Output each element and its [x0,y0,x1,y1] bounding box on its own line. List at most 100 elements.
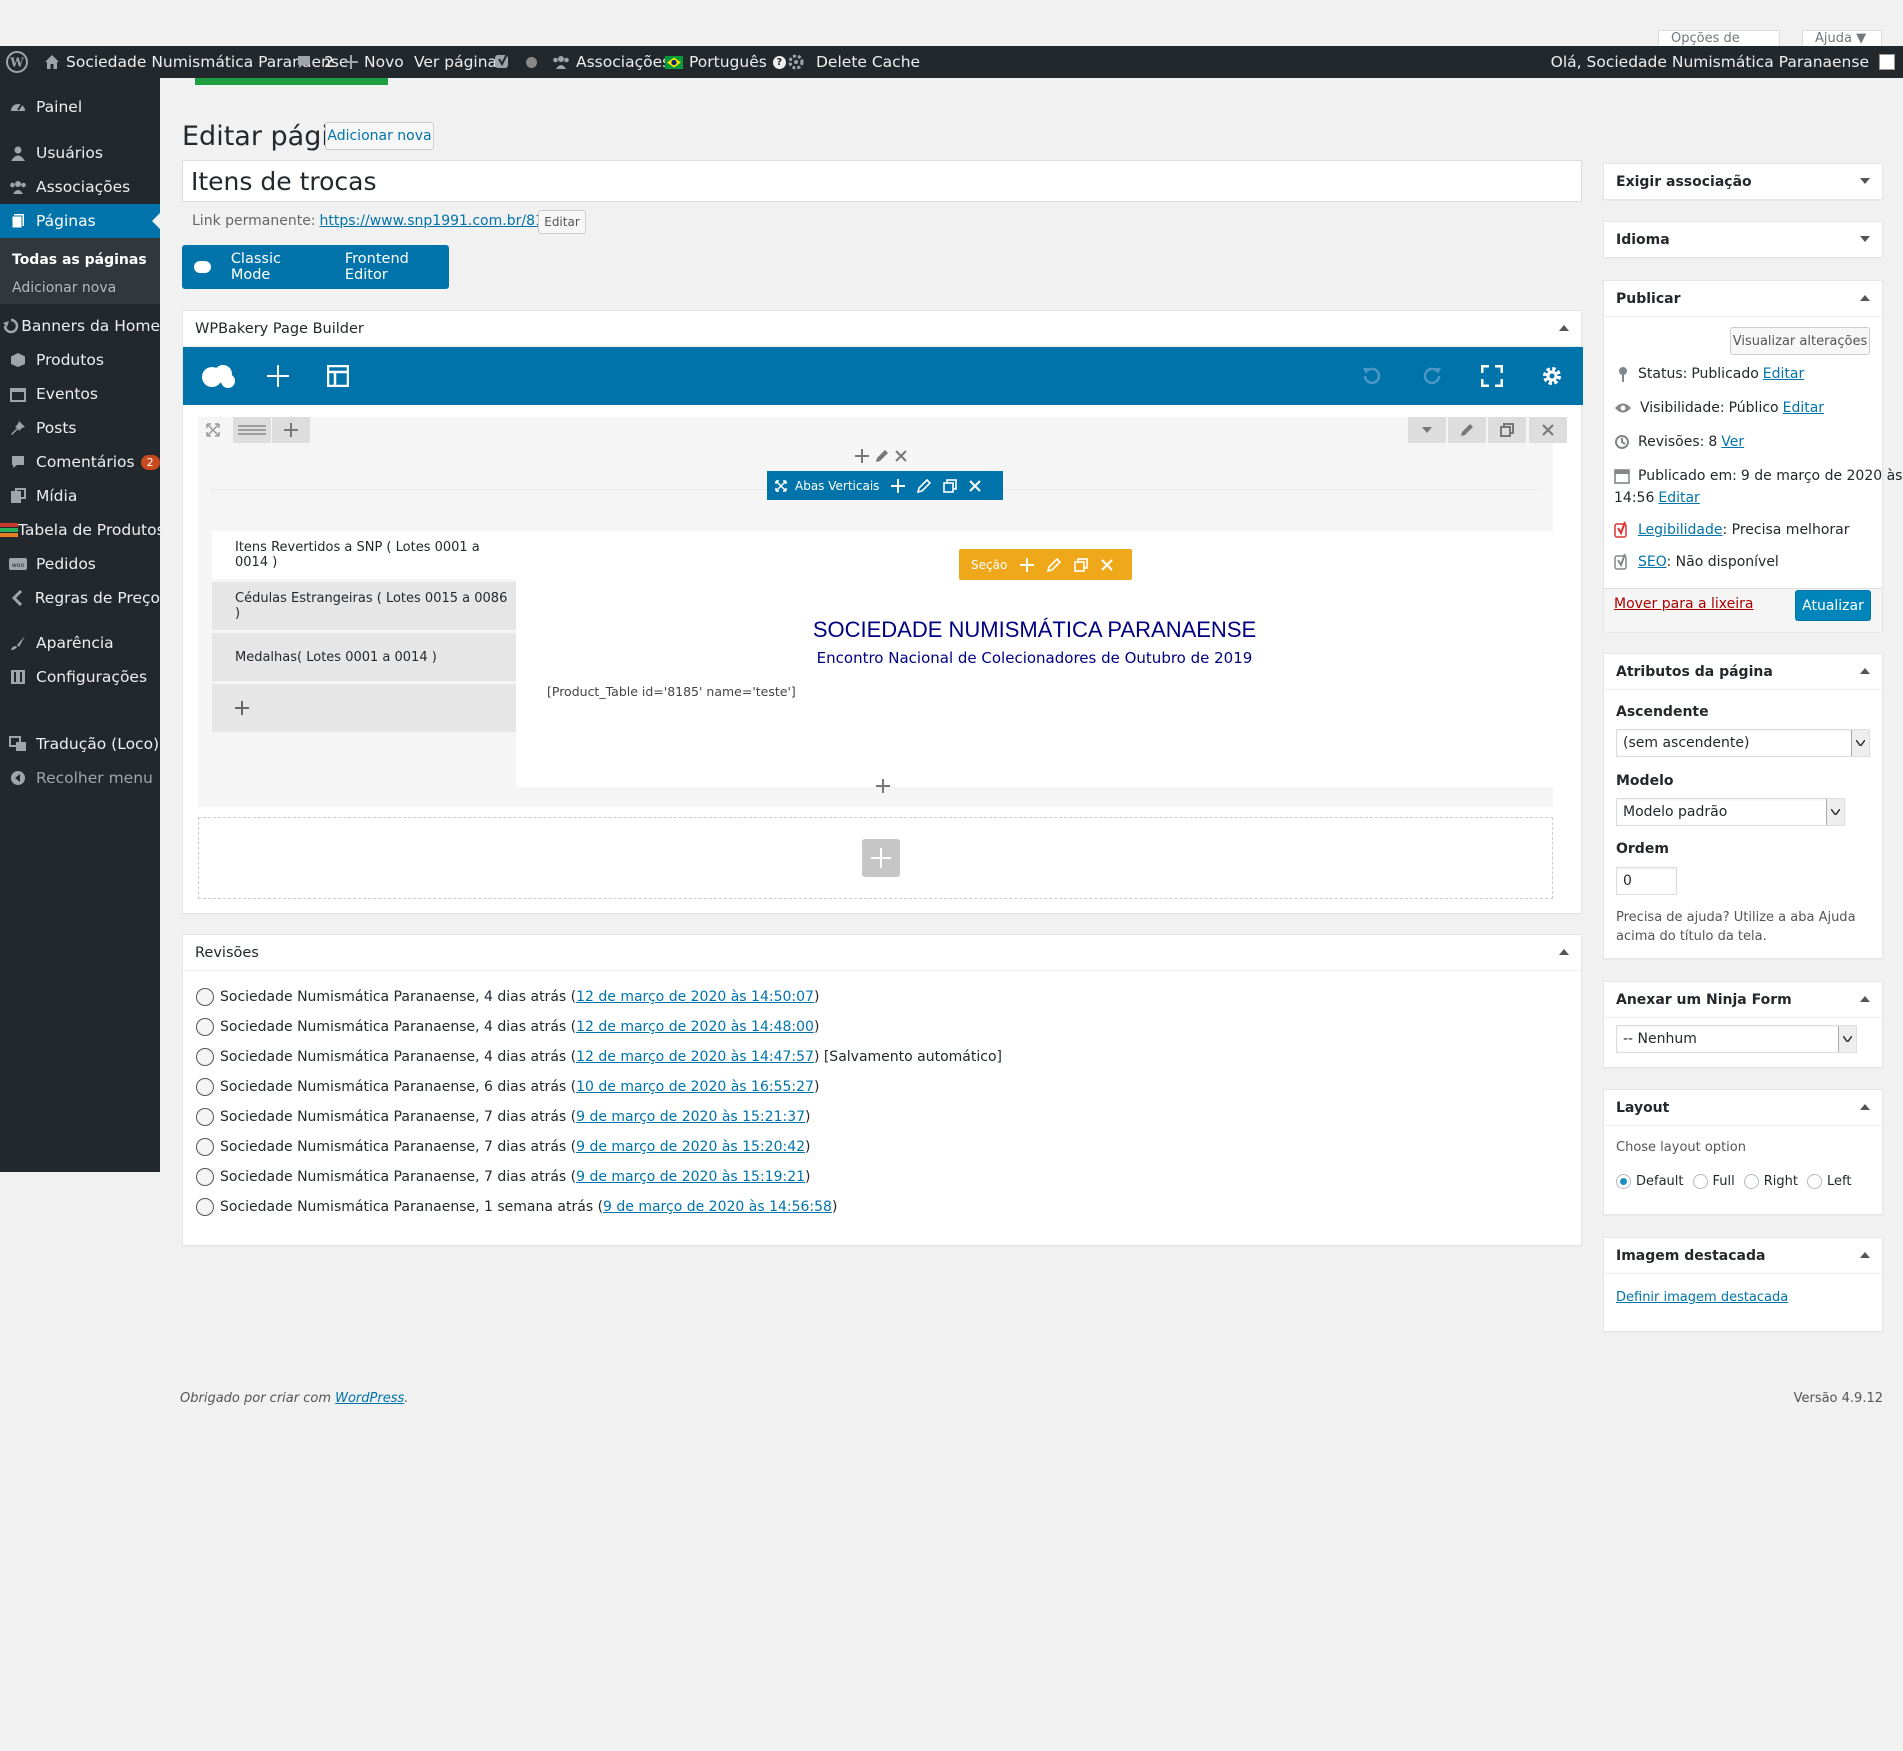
visibility-edit-link[interactable]: Editar [1783,400,1824,416]
add-new-page-button[interactable]: Adicionar nova [325,122,434,150]
frontend-editor-button[interactable]: Frontend Editor [345,251,449,283]
my-account-link[interactable]: Olá, Sociedade Numismática Paranaense [1551,46,1895,78]
view-page-link[interactable]: Ver página [414,46,497,78]
wpbakery-header[interactable]: WPBakery Page Builder [183,311,1581,347]
tabs-add-icon[interactable] [891,478,906,493]
menu-item-configuracoes[interactable]: Configurações [0,660,160,694]
menu-item-paginas[interactable]: Páginas [0,204,160,238]
toggle-arrow-icon[interactable] [1559,949,1569,955]
tabs-delete-icon[interactable] [969,479,982,492]
toggle-arrow-icon[interactable] [1860,178,1870,184]
row-toggle-icon[interactable] [1408,417,1446,443]
update-button[interactable]: Atualizar [1795,590,1871,621]
templates-icon[interactable] [318,347,358,405]
menu-item-produtos[interactable]: Produtos [0,343,160,377]
radio-left[interactable] [1806,1174,1822,1189]
menu-item-aparencia[interactable]: Aparência [0,626,160,660]
toggle-arrow-icon[interactable] [1559,325,1569,331]
settings-gear-icon[interactable] [1532,347,1572,405]
submenu-add-new[interactable]: Adicionar nova [12,280,116,296]
revision-date-link[interactable]: 9 de março de 2020 às 15:20:42 [576,1139,805,1155]
radio-full[interactable] [1692,1174,1708,1189]
menu-item-usuarios[interactable]: Usuários [0,136,160,170]
revision-date-link[interactable]: 9 de março de 2020 às 15:21:37 [576,1109,805,1125]
row-add-column-icon[interactable] [272,417,310,443]
featured-image-header[interactable]: Imagem destacada [1604,1238,1882,1274]
row-edit-icon[interactable] [1448,417,1486,443]
order-input[interactable]: 0 [1616,867,1677,895]
column-edit-icon[interactable] [875,449,889,463]
associations-link[interactable]: Associações [552,46,670,78]
help-tab[interactable]: Ajuda ▼ [1802,30,1882,46]
row-layout-icon[interactable] [233,417,271,443]
row-delete-icon[interactable] [1529,417,1567,443]
section-delete-icon[interactable] [1101,558,1114,571]
menu-item-traducao[interactable]: Tradução (Loco) [0,727,160,761]
menu-item-posts[interactable]: Posts [0,411,160,445]
radio-right[interactable] [1743,1174,1759,1189]
menu-item-tabela-produtos[interactable]: Tabela de Produtos [0,513,165,547]
preview-changes-button[interactable]: Visualizar alterações [1730,327,1870,355]
vertical-tab[interactable]: Cédulas Estrangeiras ( Lotes 0015 a 0086… [212,582,516,630]
menu-item-midia[interactable]: Mídia [0,479,160,513]
set-featured-image-link[interactable]: Definir imagem destacada [1616,1290,1788,1305]
column-delete-icon[interactable] [895,450,907,462]
revision-date-link[interactable]: 9 de março de 2020 às 14:56:58 [603,1199,832,1215]
comments-link[interactable]: 2 [296,46,334,78]
menu-item-recolher[interactable]: Recolher menu [0,761,160,795]
submenu-all-pages[interactable]: Todas as páginas [12,252,147,268]
wordpress-link[interactable]: WordPress [335,1391,404,1406]
revisions-view-link[interactable]: Ver [1721,434,1744,450]
revisions-header[interactable]: Revisões [183,935,1581,971]
menu-item-eventos[interactable]: Eventos [0,377,160,411]
language-switcher[interactable]: Português ? [665,46,786,78]
published-edit-link[interactable]: Editar [1658,490,1699,506]
row-move-icon[interactable] [198,417,228,443]
seo-link[interactable]: SEO [1638,554,1667,570]
wordpress-logo-icon[interactable]: W [6,46,28,78]
publish-header[interactable]: Publicar [1604,281,1882,317]
delete-cache-link[interactable]: Delete Cache [786,46,920,78]
screen-options-tab[interactable]: Opções de tela ▼ [1658,30,1780,46]
toggle-arrow-icon[interactable] [1860,236,1870,242]
row-clone-icon[interactable] [1488,417,1526,443]
menu-item-associacoes[interactable]: Associações [0,170,160,204]
tabs-move-icon[interactable] [775,479,787,492]
post-title-input[interactable]: Itens de trocas [182,160,1582,202]
wpbakery-cloud-icon[interactable] [195,347,241,405]
toggle-arrow-icon[interactable] [1860,1104,1870,1110]
menu-item-banners[interactable]: Banners da Home [0,309,160,343]
section-clone-icon[interactable] [1074,557,1089,572]
template-select[interactable]: Modelo padrão [1616,798,1845,826]
classic-mode-button[interactable]: Classic Mode [231,251,319,283]
readability-link[interactable]: Legibilidade [1638,522,1722,538]
status-edit-link[interactable]: Editar [1763,366,1804,382]
tabs-clone-icon[interactable] [943,478,958,493]
menu-item-pedidos[interactable]: woo Pedidos [0,547,160,581]
new-content-link[interactable]: Novo [344,46,404,78]
revision-date-link[interactable]: 12 de março de 2020 às 14:50:07 [576,989,814,1005]
section-add-icon[interactable] [1020,557,1035,572]
require-association-header[interactable]: Exigir associação [1604,164,1882,200]
add-tab-button[interactable] [212,684,516,732]
vertical-tab-active[interactable]: Itens Revertidos a SNP ( Lotes 0001 a 00… [212,531,516,579]
revision-date-link[interactable]: 9 de março de 2020 às 15:19:21 [576,1169,805,1185]
add-element-icon[interactable] [258,347,298,405]
toggle-arrow-icon[interactable] [1860,668,1870,674]
revision-date-link[interactable]: 12 de março de 2020 às 14:47:57 [576,1049,814,1065]
ninja-form-header[interactable]: Anexar um Ninja Form [1604,982,1882,1018]
redo-icon[interactable] [1412,347,1452,405]
revision-date-link[interactable]: 12 de março de 2020 às 14:48:00 [576,1019,814,1035]
section-edit-icon[interactable] [1047,557,1062,572]
tabs-edit-icon[interactable] [917,478,932,493]
parent-select[interactable]: (sem ascendente) [1616,729,1870,757]
toggle-arrow-icon[interactable] [1860,1252,1870,1258]
add-element-button[interactable] [862,839,900,877]
undo-icon[interactable] [1352,347,1392,405]
radio-default[interactable] [1616,1174,1631,1189]
move-to-trash-link[interactable]: Mover para a lixeira [1614,596,1754,612]
ninja-form-select[interactable]: -- Nenhum [1616,1025,1857,1053]
yoast-menu[interactable] [494,46,537,78]
fullscreen-icon[interactable] [1472,347,1512,405]
layout-header[interactable]: Layout [1604,1090,1882,1126]
